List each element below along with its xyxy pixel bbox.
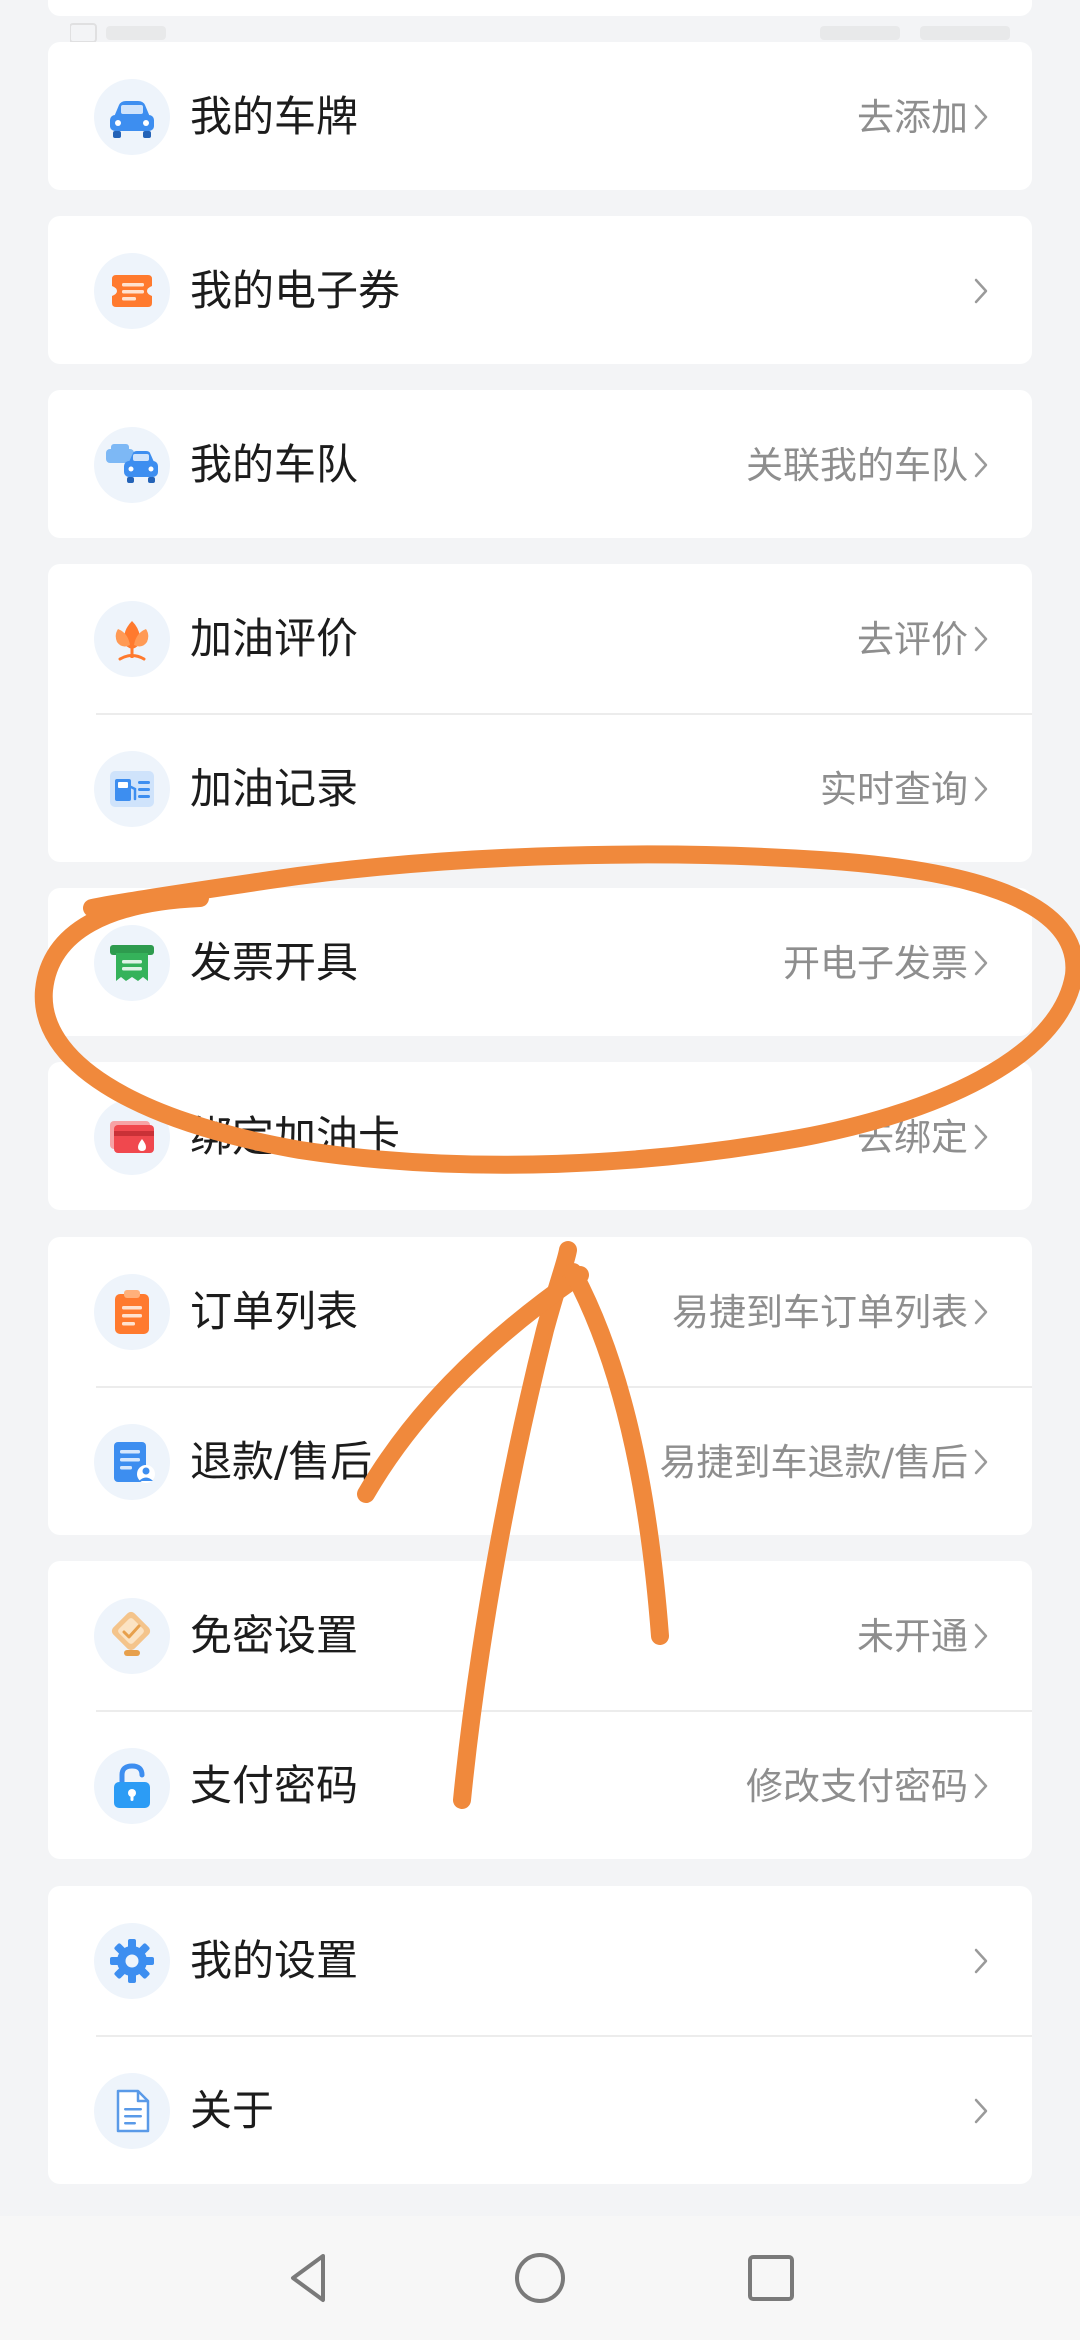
- menu-hint-plate: 去添加: [857, 96, 968, 139]
- menu-row-invoice[interactable]: 发票开具 开电子发票: [48, 888, 1032, 1038]
- menu-hint-pay-password: 修改支付密码: [746, 1765, 968, 1808]
- menu-hint-refund: 易捷到车退款/售后: [659, 1441, 968, 1484]
- menu-title-fuel-card: 绑定加油卡: [190, 1112, 401, 1161]
- menu-hint-invoice: 开电子发票: [783, 942, 968, 985]
- chevron-right-icon: [974, 776, 988, 802]
- card-orders: 订单列表 易捷到车订单列表 退款/售后 易捷到车退款/售后: [48, 1237, 1032, 1535]
- menu-row-refund[interactable]: 退款/售后 易捷到车退款/售后: [48, 1387, 1032, 1537]
- menu-title-fleet: 我的车队: [190, 440, 359, 489]
- chevron-right-icon: [974, 2098, 988, 2124]
- menu-title-coupon: 我的电子券: [190, 266, 401, 315]
- previous-card-bottom: [48, 0, 1032, 16]
- menu-hint-orders: 易捷到车订单列表: [672, 1291, 968, 1334]
- clipboard-icon: [94, 1274, 170, 1350]
- recents-square-icon[interactable]: [741, 2248, 801, 2308]
- chevron-right-icon: [974, 626, 988, 652]
- menu-title-refund: 退款/售后: [190, 1437, 373, 1486]
- screen: 我的车牌 去添加 我的电子券 我的车队 关联我的车队 加油评价 去评价 加油记录…: [0, 0, 1080, 2340]
- menu-title-pay-password: 支付密码: [190, 1761, 359, 1810]
- back-triangle-icon[interactable]: [279, 2248, 339, 2308]
- menu-row-settings[interactable]: 我的设置: [48, 1886, 1032, 2036]
- card-fuel: 加油评价 去评价 加油记录 实时查询: [48, 564, 1032, 862]
- chevron-right-icon: [974, 950, 988, 976]
- menu-title-about: 关于: [190, 2086, 275, 2135]
- menu-hint-fleet: 关联我的车队: [746, 444, 968, 487]
- fuel-pump-icon: [94, 751, 170, 827]
- system-navigation-bar: [0, 2216, 1080, 2340]
- menu-row-rating[interactable]: 加油评价 去评价: [48, 564, 1032, 714]
- card-plate: 我的车牌 去添加: [48, 42, 1032, 190]
- menu-hint-fuel-card: 去绑定: [857, 1116, 968, 1159]
- menu-title-records: 加油记录: [190, 764, 359, 813]
- menu-row-pay-password[interactable]: 支付密码 修改支付密码: [48, 1711, 1032, 1861]
- card-payment: 免密设置 未开通 支付密码 修改支付密码: [48, 1561, 1032, 1859]
- refund-document-icon: [94, 1424, 170, 1500]
- chevron-right-icon: [974, 1623, 988, 1649]
- menu-row-no-password[interactable]: 免密设置 未开通: [48, 1561, 1032, 1711]
- chevron-right-icon: [974, 1124, 988, 1150]
- menu-title-no-password: 免密设置: [190, 1611, 359, 1660]
- gear-icon: [94, 1923, 170, 1999]
- chevron-right-icon: [974, 452, 988, 478]
- menu-hint-records: 实时查询: [820, 768, 968, 811]
- menu-title-invoice: 发票开具: [190, 938, 359, 987]
- menu-row-fuel-card[interactable]: 绑定加油卡 去绑定: [48, 1062, 1032, 1212]
- menu-title-rating: 加油评价: [190, 614, 359, 663]
- card-fuel-card: 绑定加油卡 去绑定: [48, 1062, 1032, 1210]
- car-icon: [94, 79, 170, 155]
- menu-row-orders[interactable]: 订单列表 易捷到车订单列表: [48, 1237, 1032, 1387]
- invoice-icon: [94, 925, 170, 1001]
- menu-row-plate[interactable]: 我的车牌 去添加: [48, 42, 1032, 192]
- unlock-icon: [94, 1748, 170, 1824]
- card-invoice: 发票开具 开电子发票: [48, 888, 1032, 1036]
- menu-row-about[interactable]: 关于: [48, 2036, 1032, 2186]
- fleet-cars-icon: [94, 427, 170, 503]
- card-settings: 我的设置 关于: [48, 1886, 1032, 2184]
- menu-hint-no-password: 未开通: [857, 1615, 968, 1658]
- card-coupon: 我的电子券: [48, 216, 1032, 364]
- home-circle-icon[interactable]: [510, 2248, 570, 2308]
- flower-icon: [94, 601, 170, 677]
- card-fleet: 我的车队 关联我的车队: [48, 390, 1032, 538]
- chevron-right-icon: [974, 1449, 988, 1475]
- card-icon: [94, 1099, 170, 1175]
- ticket-icon: [94, 253, 170, 329]
- menu-row-records[interactable]: 加油记录 实时查询: [48, 714, 1032, 864]
- chevron-right-icon: [974, 278, 988, 304]
- chevron-right-icon: [974, 1948, 988, 1974]
- menu-title-settings: 我的设置: [190, 1936, 359, 1985]
- chevron-right-icon: [974, 1299, 988, 1325]
- menu-hint-rating: 去评价: [857, 618, 968, 661]
- chevron-right-icon: [974, 104, 988, 130]
- menu-row-coupon[interactable]: 我的电子券: [48, 216, 1032, 366]
- menu-title-orders: 订单列表: [190, 1287, 359, 1336]
- chevron-right-icon: [974, 1773, 988, 1799]
- document-icon: [94, 2073, 170, 2149]
- menu-row-fleet[interactable]: 我的车队 关联我的车队: [48, 390, 1032, 540]
- badge-icon: [94, 1598, 170, 1674]
- menu-title-plate: 我的车牌: [190, 92, 359, 141]
